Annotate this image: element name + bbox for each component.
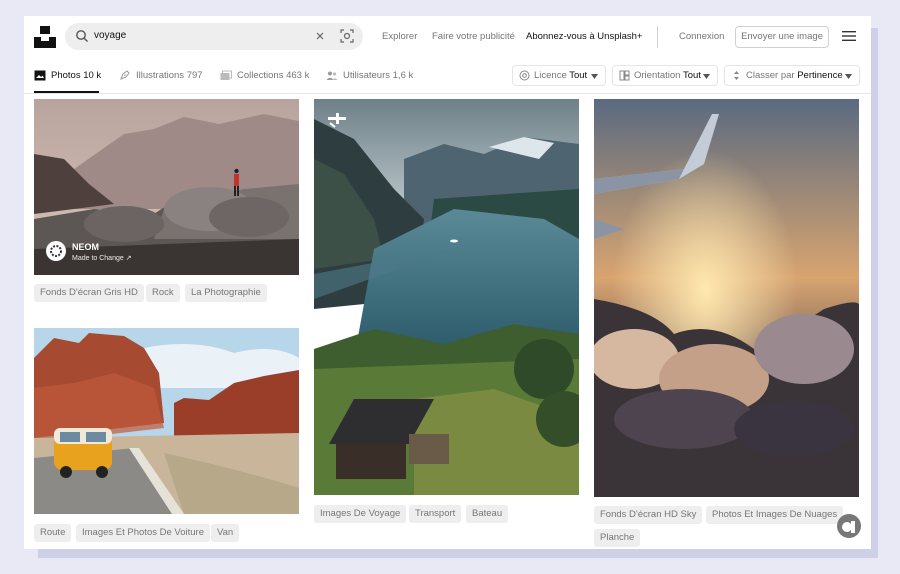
unsplash-logo-icon[interactable]: [34, 26, 56, 48]
photo-airplane-clouds-image: [594, 99, 859, 497]
watermark-logo-icon: [837, 514, 861, 538]
tag-chip[interactable]: Bateau: [466, 505, 509, 523]
sponsor-name: NEOM: [72, 242, 99, 252]
license-filter[interactable]: Licence Tout: [512, 65, 606, 86]
tab-photos-label: Photos: [51, 70, 81, 81]
tag-chip[interactable]: Planche: [594, 529, 641, 547]
tag-chip[interactable]: Images De Voyage: [314, 505, 407, 523]
tab-illustrations-label: Illustrations: [136, 70, 185, 81]
sponsor-subtitle: Made to Change ↗: [72, 255, 132, 262]
search-bar[interactable]: voyage: [65, 23, 363, 50]
tag-chip[interactable]: Transport: [409, 505, 462, 523]
orientation-filter-value: Tout: [682, 70, 701, 81]
tab-collections[interactable]: Collections 463 k: [220, 60, 315, 93]
hamburger-menu-icon[interactable]: [842, 30, 856, 42]
photo-road-van-image: [34, 328, 299, 514]
photo-airplane-clouds[interactable]: [594, 99, 859, 497]
tag-chip[interactable]: Images Et Photos De Voiture: [76, 524, 210, 542]
chevron-down-icon: [591, 74, 598, 79]
pen-nib-icon: [120, 70, 130, 80]
sort-filter-value: Pertinence: [797, 70, 843, 81]
chevron-down-icon: [703, 74, 710, 79]
tab-users-label: Utilisateurs: [343, 70, 390, 81]
tab-collections-label: Collections: [237, 70, 284, 81]
tag-chip[interactable]: Rock: [146, 284, 180, 302]
search-icon: [76, 30, 88, 42]
search-tabs: Photos 10 k Illustrations 797 Collection…: [24, 60, 871, 94]
tab-photos-count: 10 k: [83, 70, 102, 81]
tag-chip[interactable]: Fonds D'écran Gris HD: [34, 284, 144, 302]
visual-search-icon[interactable]: [339, 28, 355, 44]
tab-users-count: 1,6 k: [392, 70, 414, 81]
sponsor-avatar: [46, 241, 66, 261]
sort-filter[interactable]: Classer par Pertinence: [724, 65, 860, 86]
photo-fjord-cabin-image: [314, 99, 579, 495]
photo-icon: [34, 70, 46, 81]
tab-illustrations[interactable]: Illustrations 797: [119, 60, 204, 93]
orientation-filter-label: Orientation: [634, 70, 681, 81]
tab-users[interactable]: Utilisateurs 1,6 k: [326, 60, 421, 93]
tag-chip[interactable]: Fonds D'écran HD Sky: [594, 506, 703, 524]
collections-icon: [220, 70, 232, 80]
top-header: voyage Explorer Faire votre publicité Ab…: [24, 16, 871, 60]
nav-explore-link[interactable]: Explorer: [382, 31, 417, 42]
tab-collections-count: 463 k: [286, 70, 310, 81]
tag-chip[interactable]: La Photographie: [185, 284, 267, 302]
license-icon: [519, 70, 530, 81]
tag-chip[interactable]: Route: [34, 524, 72, 542]
sort-icon: [734, 71, 739, 80]
tag-chip[interactable]: Photos Et Images De Nuages: [706, 506, 844, 524]
submit-image-button[interactable]: Envoyer une image: [735, 26, 829, 48]
orientation-filter[interactable]: Orientation Tout: [612, 65, 718, 86]
clear-search-icon[interactable]: [312, 28, 328, 44]
photo-desert-rocks[interactable]: NEOM Made to Change ↗: [34, 99, 299, 275]
tab-photos[interactable]: Photos 10 k: [34, 60, 102, 93]
unsplash-plus-icon: [328, 113, 346, 128]
login-link[interactable]: Connexion: [679, 31, 724, 42]
sort-filter-label: Classer par: [746, 70, 795, 81]
users-icon: [326, 71, 338, 80]
tab-illustrations-count: 797: [186, 70, 203, 81]
neom-logo-icon: [50, 245, 62, 257]
chevron-down-icon: [845, 74, 852, 79]
orientation-icon: [619, 70, 630, 81]
header-divider: [657, 26, 658, 48]
tag-chip[interactable]: Van: [211, 524, 240, 542]
nav-advertise-link[interactable]: Faire votre publicité: [432, 31, 515, 42]
photo-road-van[interactable]: [34, 328, 299, 514]
photo-fjord-cabin[interactable]: [314, 99, 579, 495]
license-filter-label: Licence: [534, 70, 567, 81]
license-filter-value: Tout: [569, 70, 588, 81]
browser-window: voyage Explorer Faire votre publicité Ab…: [24, 16, 871, 549]
search-input[interactable]: voyage: [94, 30, 126, 41]
nav-subscribe-link[interactable]: Abonnez-vous à Unsplash+: [526, 31, 642, 42]
